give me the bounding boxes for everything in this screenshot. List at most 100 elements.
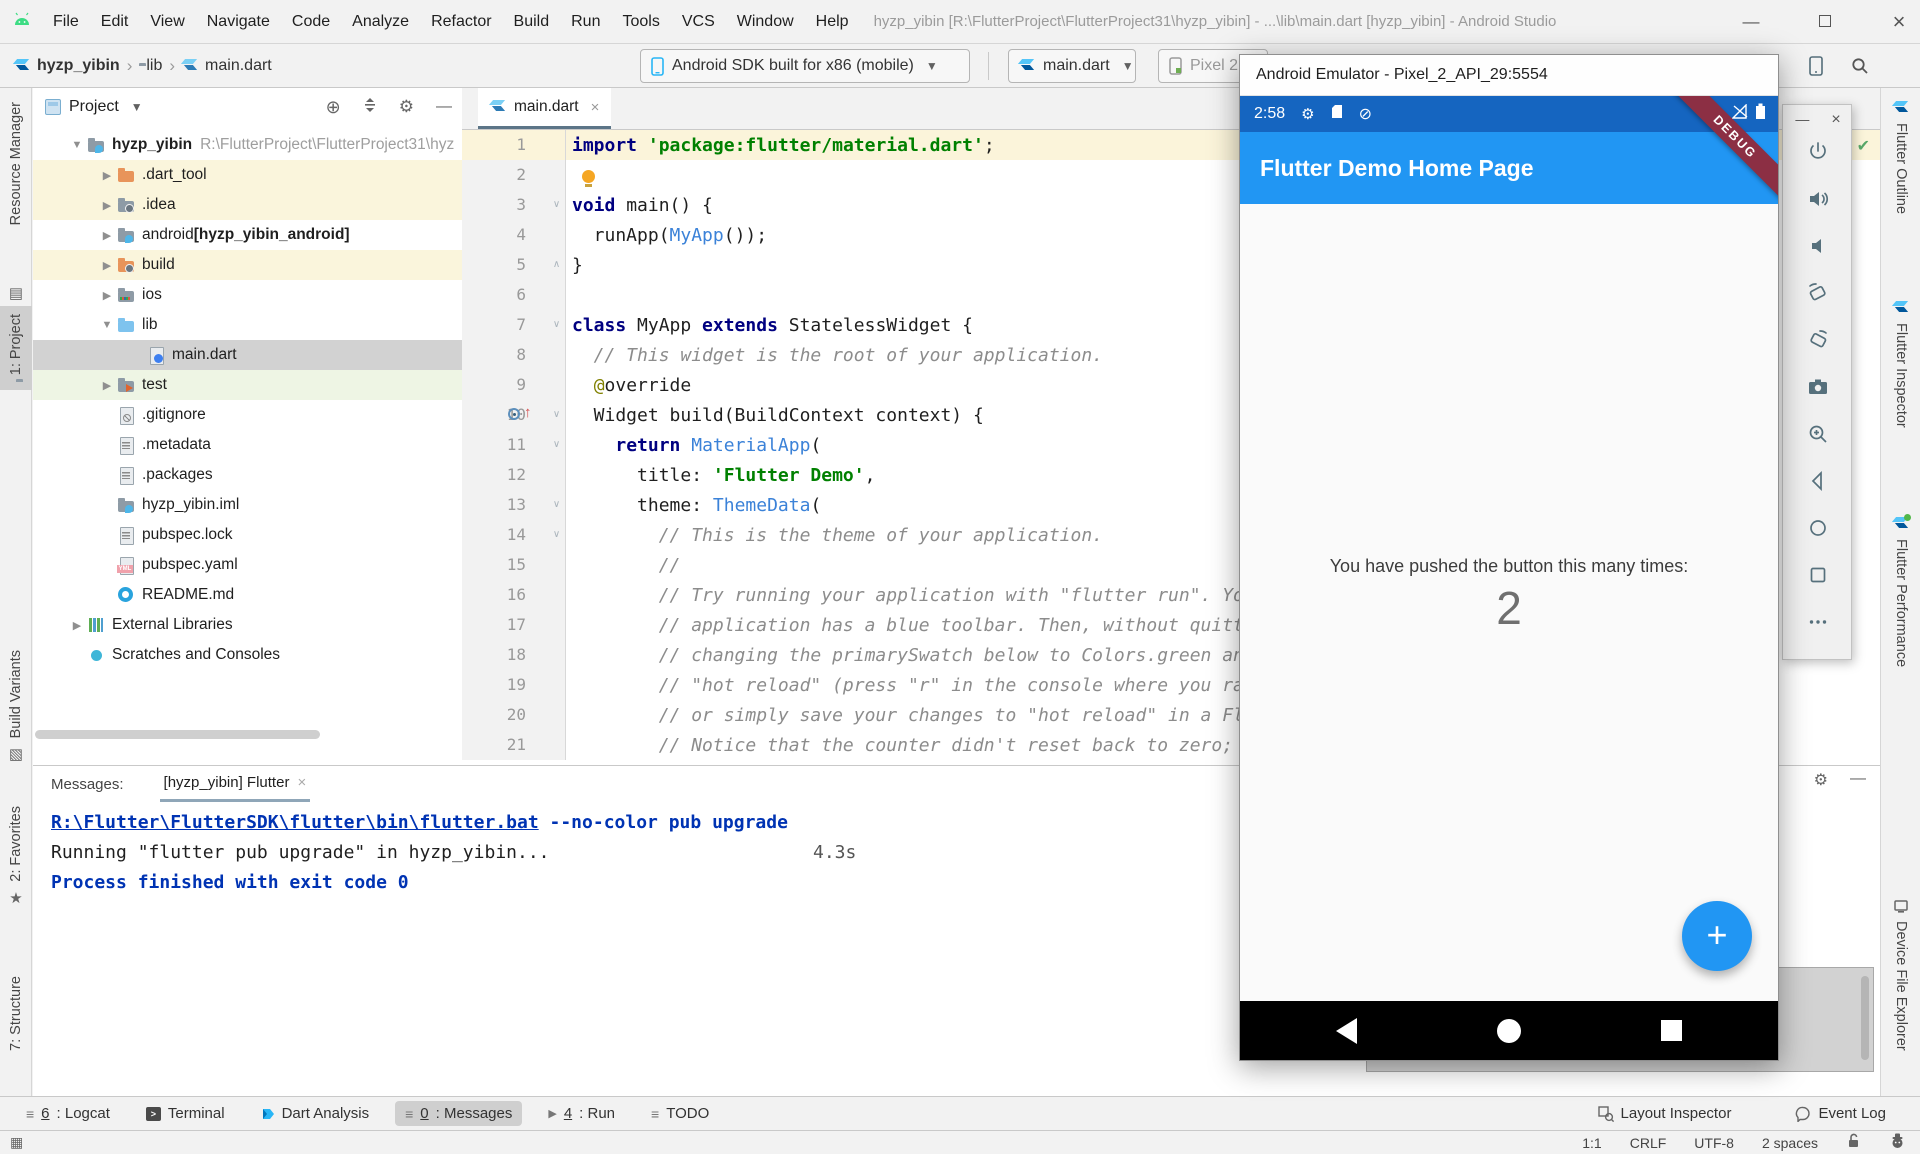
console-file-link[interactable]: R:\Flutter\FlutterSDK\flutter\bin\flutte…	[51, 812, 539, 833]
device-manager-icon[interactable]	[1804, 54, 1828, 78]
messages-flutter-tab[interactable]: [hyzp_yibin] Flutter ×	[160, 766, 311, 802]
tool-button-flutter-outline[interactable]: Flutter Outline	[1881, 100, 1920, 214]
emulator-volume-down-icon[interactable]	[1807, 235, 1829, 257]
lock-icon[interactable]	[1846, 1133, 1861, 1152]
emulator-rotate-left-icon[interactable]	[1807, 282, 1829, 304]
fold-marker-icon[interactable]: ∧	[548, 250, 566, 280]
tool-button-build-variants[interactable]: Build Variants ▧	[0, 650, 32, 763]
chevron-right-icon[interactable]: ▶	[67, 619, 87, 632]
emulator-home-icon[interactable]	[1807, 517, 1829, 539]
run-config-dropdown[interactable]: main.dart ▼	[1008, 49, 1136, 83]
menu-code[interactable]: Code	[281, 13, 341, 31]
breadcrumb-project[interactable]: hyzp_yibin	[37, 57, 120, 75]
chevron-down-icon[interactable]: ▼	[67, 139, 87, 151]
close-window-icon[interactable]: ×	[1886, 9, 1912, 35]
minimize-window-icon[interactable]: —	[1738, 12, 1764, 32]
collapse-all-icon[interactable]	[363, 98, 377, 117]
menu-run[interactable]: Run	[560, 13, 611, 31]
hide-panel-icon[interactable]: —	[436, 98, 452, 116]
tool-button-device-file-explorer[interactable]: Device File Explorer	[1881, 898, 1920, 1051]
fold-marker-icon[interactable]: ∨	[548, 190, 566, 220]
fold-marker-icon[interactable]: ∨	[548, 400, 566, 430]
tool-button-flutter-performance[interactable]: Flutter Performance	[1881, 516, 1920, 667]
nav-overview-icon[interactable]	[1661, 1020, 1682, 1041]
tree-item-metadata[interactable]: .metadata	[33, 430, 462, 460]
tree-item-gitignore[interactable]: .gitignore	[33, 400, 462, 430]
tree-item-ios[interactable]: ▶ios	[33, 280, 462, 310]
emulator-more-icon[interactable]	[1807, 611, 1829, 633]
chevron-right-icon[interactable]: ▶	[97, 259, 117, 272]
menu-tools[interactable]: Tools	[611, 13, 670, 31]
search-icon[interactable]	[1848, 54, 1872, 78]
maximize-window-icon[interactable]	[1812, 12, 1838, 32]
fold-marker-icon[interactable]: ∨	[548, 310, 566, 340]
tree-item-test[interactable]: ▶test	[33, 370, 462, 400]
close-tab-icon[interactable]: ×	[591, 99, 600, 116]
tree-item-readme-md[interactable]: README.md	[33, 580, 462, 610]
close-tab-icon[interactable]: ×	[297, 774, 306, 791]
tool-button-resource-manager[interactable]: Resource Manager	[0, 102, 32, 225]
tree-item-android[interactable]: ▶android [hyzp_yibin_android]	[33, 220, 462, 250]
fold-marker-icon[interactable]: ∨	[548, 490, 566, 520]
menu-refactor[interactable]: Refactor	[420, 13, 502, 31]
nav-home-icon[interactable]	[1497, 1019, 1521, 1043]
tree-item-pubspec-yaml[interactable]: YMLpubspec.yaml	[33, 550, 462, 580]
tool-button-flutter-inspector[interactable]: Flutter Inspector	[1881, 300, 1920, 428]
tree-item-lib[interactable]: ▼lib	[33, 310, 462, 340]
chevron-right-icon[interactable]: ▶	[97, 199, 117, 212]
tool-button-logcat[interactable]: ≡6: Logcat	[16, 1101, 120, 1126]
menu-analyze[interactable]: Analyze	[341, 13, 420, 31]
horizontal-scrollbar[interactable]	[35, 730, 320, 739]
tree-item-packages[interactable]: .packages	[33, 460, 462, 490]
event-log-button[interactable]: Event Log	[1791, 1101, 1890, 1126]
device-selector-dropdown[interactable]: Android SDK built for x86 (mobile) ▼	[640, 49, 970, 83]
tool-button-structure[interactable]: 7: Structure	[0, 976, 32, 1051]
locate-file-icon[interactable]: ⊕	[326, 97, 341, 118]
settings-gear-icon[interactable]: ⚙	[1814, 770, 1828, 790]
menu-view[interactable]: View	[139, 13, 195, 31]
tool-button-messages[interactable]: ≡0: Messages	[395, 1101, 522, 1126]
nav-back-icon[interactable]	[1336, 1018, 1357, 1044]
hide-panel-icon[interactable]: —	[1850, 770, 1866, 790]
emulator-back-icon[interactable]	[1807, 470, 1829, 492]
inspections-ok-icon[interactable]: ✔	[1857, 136, 1870, 156]
close-emulator-icon[interactable]: ×	[1831, 111, 1840, 129]
breadcrumb-lib[interactable]: lib	[146, 57, 162, 75]
tool-button-run[interactable]: ▶4: Run	[538, 1101, 625, 1126]
fold-marker-icon[interactable]: ∨	[548, 430, 566, 460]
breadcrumb-file[interactable]: main.dart	[205, 57, 272, 75]
indent-setting[interactable]: 2 spaces	[1762, 1135, 1818, 1151]
emulator-overview-icon[interactable]	[1807, 564, 1829, 586]
encoding[interactable]: UTF-8	[1694, 1135, 1734, 1151]
chevron-right-icon[interactable]: ▶	[97, 169, 117, 182]
intention-bulb-icon[interactable]	[582, 170, 595, 183]
emulator-power-icon[interactable]	[1807, 141, 1829, 163]
tool-button-project[interactable]: 1: Project	[0, 306, 32, 390]
tree-item-dart-tool[interactable]: ▶.dart_tool	[33, 160, 462, 190]
tree-item-scratches-and-consoles[interactable]: Scratches and Consoles	[33, 640, 462, 670]
tool-button-todo[interactable]: ≡TODO	[641, 1101, 719, 1126]
workspace-grid-icon[interactable]: ▦	[10, 1134, 23, 1151]
menu-vcs[interactable]: VCS	[671, 13, 726, 31]
chevron-right-icon[interactable]: ▶	[97, 289, 117, 302]
menu-edit[interactable]: Edit	[90, 13, 140, 31]
tab-main-dart[interactable]: main.dart ×	[478, 88, 611, 129]
tool-button-favorites[interactable]: 2: Favorites ★	[0, 806, 32, 907]
minimize-emulator-icon[interactable]: —	[1795, 111, 1809, 129]
menu-help[interactable]: Help	[805, 13, 860, 31]
menu-window[interactable]: Window	[726, 13, 805, 31]
gradle-user-icon[interactable]	[1889, 1133, 1906, 1152]
tree-item-pubspec-lock[interactable]: pubspec.lock	[33, 520, 462, 550]
emulator-rotate-right-icon[interactable]	[1807, 329, 1829, 351]
emulator-zoom-icon[interactable]	[1807, 423, 1829, 445]
fold-marker-icon[interactable]: ∨	[548, 520, 566, 550]
scrollbar[interactable]	[1861, 976, 1869, 1060]
layout-inspector-button[interactable]: Layout Inspector	[1594, 1101, 1736, 1126]
chevron-down-icon[interactable]: ▼	[97, 319, 117, 331]
emulator-volume-up-icon[interactable]	[1807, 188, 1829, 210]
tree-item-hyzp-yibin[interactable]: ▼hyzp_yibinR:\FlutterProject\FlutterProj…	[33, 130, 462, 160]
implements-arrow-icon[interactable]: ↑	[524, 404, 532, 421]
tree-item-external-libraries[interactable]: ▶External Libraries	[33, 610, 462, 640]
project-panel-header[interactable]: Project ▼ ⊕ ⚙ —	[33, 88, 462, 126]
increment-fab-button[interactable]: +	[1682, 901, 1752, 971]
